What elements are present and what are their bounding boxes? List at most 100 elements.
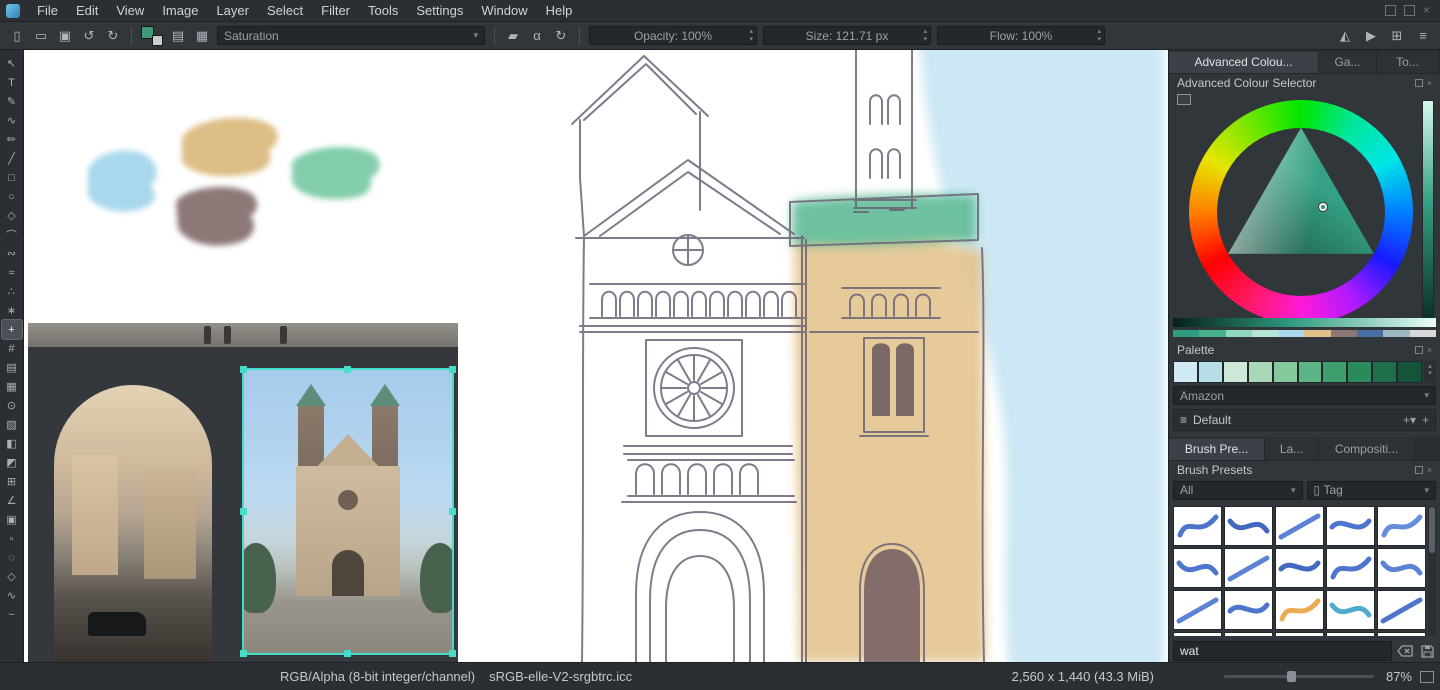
brush-preset[interactable] [1377, 506, 1426, 546]
menu-item-filter[interactable]: Filter [312, 0, 359, 21]
brush-preset[interactable] [1275, 632, 1324, 637]
add-color-icon[interactable]: +▾ [1403, 413, 1416, 427]
calligraphy-tool[interactable]: ∿ [2, 111, 22, 130]
mirror-vertical-icon[interactable]: ▶ [1362, 27, 1380, 45]
tab-advanced-colour-selector[interactable]: Advanced Colou... [1169, 52, 1319, 73]
brush-preset[interactable] [1173, 548, 1222, 588]
value-strip[interactable] [1422, 100, 1434, 324]
wrap-around-mode-icon[interactable]: ⊞ [1388, 27, 1406, 45]
selection-handle[interactable] [449, 366, 456, 373]
image-dimensions-text[interactable]: 2,560 x 1,440 (43.3 MiB) [1012, 669, 1154, 684]
selection-handle[interactable] [240, 508, 247, 515]
spinner-arrows-icon[interactable]: ▴▾ [923, 28, 927, 44]
dock-float-icon[interactable] [1415, 466, 1423, 474]
reference-photo-pavement[interactable] [28, 323, 458, 347]
pattern-fill-tool[interactable]: ▦ [2, 377, 22, 396]
brush-size-slider[interactable]: Size: 121.71 px ▴▾ [763, 26, 931, 45]
move-tool[interactable]: + [2, 320, 22, 339]
selection-handle[interactable] [449, 650, 456, 657]
brush-grid-scrollbar[interactable] [1428, 506, 1436, 637]
rectangle-tool[interactable]: □ [2, 168, 22, 187]
transform-tool[interactable]: ↖ [2, 54, 22, 73]
menu-item-select[interactable]: Select [258, 0, 312, 21]
undo-icon[interactable]: ↺ [80, 27, 98, 45]
brush-preset[interactable] [1275, 548, 1324, 588]
line-tool[interactable]: ╱ [2, 149, 22, 168]
color-history-strip[interactable] [1173, 330, 1436, 337]
history-color[interactable] [1226, 330, 1252, 337]
menu-item-edit[interactable]: Edit [67, 0, 107, 21]
dock-float-icon[interactable] [1415, 79, 1423, 87]
brush-search-input[interactable] [1173, 641, 1392, 661]
brush-preset[interactable] [1377, 590, 1426, 630]
clear-search-icon[interactable] [1396, 642, 1414, 660]
history-color[interactable] [1383, 330, 1409, 337]
menu-item-tools[interactable]: Tools [359, 0, 407, 21]
polyline-tool[interactable]: ⌒ [2, 225, 22, 244]
save-document-icon[interactable]: ▣ [56, 27, 74, 45]
fill-tool[interactable]: ◧ [2, 434, 22, 453]
edit-shapes-tool[interactable]: ✎ [2, 92, 22, 111]
magnetic-selection-tool[interactable]: ~ [2, 605, 22, 624]
pattern-chooser-icon[interactable]: ▦ [193, 27, 211, 45]
canvas[interactable] [24, 50, 1168, 662]
freehand-selection-tool[interactable]: ∿ [2, 586, 22, 605]
assistants-tool[interactable]: ⊞ [2, 472, 22, 491]
brush-preset[interactable] [1326, 632, 1375, 637]
brush-preset[interactable] [1326, 590, 1375, 630]
menu-item-view[interactable]: View [107, 0, 153, 21]
menu-item-image[interactable]: Image [153, 0, 207, 21]
palette-swatch[interactable] [1397, 361, 1422, 383]
menu-item-settings[interactable]: Settings [407, 0, 472, 21]
brush-filter-all-dropdown[interactable]: All ▾ [1173, 481, 1303, 500]
toolbar-overflow-icon[interactable]: ≡ [1414, 27, 1432, 45]
history-color[interactable] [1410, 330, 1436, 337]
new-document-icon[interactable]: ▯ [8, 27, 26, 45]
spinner-arrows-icon[interactable]: ▴▾ [749, 28, 753, 44]
mirror-horizontal-icon[interactable]: ◭ [1336, 27, 1354, 45]
window-float-icon[interactable] [1385, 5, 1396, 16]
save-preset-icon[interactable] [1418, 642, 1436, 660]
bezier-curve-tool[interactable]: ∾ [2, 244, 22, 263]
reference-images-board[interactable] [28, 323, 458, 662]
opacity-slider[interactable]: Opacity: 100% ▴▾ [589, 26, 757, 45]
text-tool[interactable]: T [2, 73, 22, 92]
polygon-tool[interactable]: ◇ [2, 206, 22, 225]
multibrush-tool[interactable]: ∗ [2, 301, 22, 320]
brush-preset[interactable] [1377, 632, 1426, 637]
color-selector-dot[interactable] [1319, 203, 1327, 211]
palette-group-row[interactable]: ≡ Default +▾ + [1173, 409, 1436, 431]
reload-preset-icon[interactable]: ↻ [552, 27, 570, 45]
shade-gradient-strip[interactable] [1173, 318, 1436, 327]
palette-swatch[interactable] [1347, 361, 1372, 383]
reference-photo-archway[interactable] [28, 347, 240, 662]
palette-swatch[interactable] [1248, 361, 1273, 383]
palette-scrollbar[interactable]: ▴▾ [1424, 361, 1436, 383]
selection-handle[interactable] [240, 650, 247, 657]
palette-swatch[interactable] [1298, 361, 1323, 383]
selection-handle[interactable] [240, 366, 247, 373]
polygonal-selection-tool[interactable]: ◇ [2, 567, 22, 586]
zoom-slider[interactable] [1224, 675, 1374, 678]
palette-name-dropdown[interactable]: Amazon ▾ [1173, 386, 1436, 406]
brush-preset[interactable] [1224, 506, 1273, 546]
hue-ring[interactable] [1189, 100, 1413, 324]
brush-preset[interactable] [1173, 590, 1222, 630]
add-group-icon[interactable]: + [1422, 413, 1429, 427]
window-maximize-icon[interactable] [1404, 5, 1415, 16]
brush-preset[interactable] [1224, 590, 1273, 630]
gradient-tool[interactable]: ▤ [2, 358, 22, 377]
elliptical-selection-tool[interactable]: ◌ [2, 548, 22, 567]
dock-close-icon[interactable]: × [1427, 345, 1432, 355]
dock-close-icon[interactable]: × [1427, 465, 1432, 475]
freehand-brush-tool[interactable]: ✏ [2, 130, 22, 149]
zoom-slider-thumb[interactable] [1287, 671, 1296, 682]
selection-box[interactable] [242, 368, 454, 655]
blending-mode-dropdown[interactable]: Saturation ▾ [217, 26, 485, 45]
history-color[interactable] [1199, 330, 1225, 337]
color-sampler-tool[interactable]: ⊙ [2, 396, 22, 415]
brush-preset[interactable] [1377, 548, 1426, 588]
tab-touch-docker[interactable]: To... [1377, 52, 1439, 73]
tab-gamut[interactable]: Ga... [1319, 52, 1377, 73]
zoom-percentage[interactable]: 87% [1386, 669, 1412, 684]
